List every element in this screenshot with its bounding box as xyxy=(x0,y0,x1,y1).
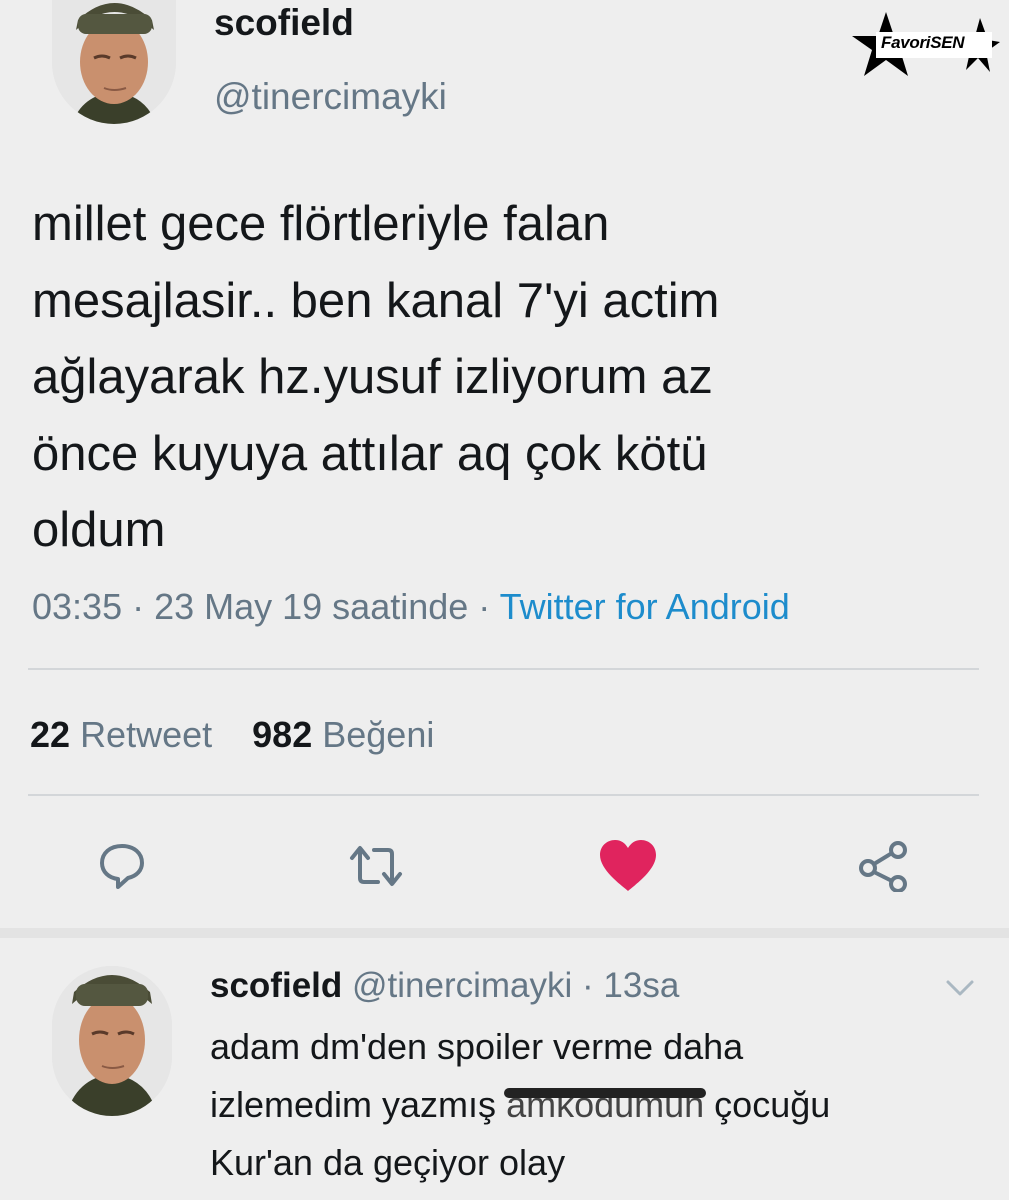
share-button[interactable] xyxy=(854,838,914,894)
favorisen-label: FavoriSEN xyxy=(878,32,968,54)
reply-text-segment: izlemedim yazmış xyxy=(210,1084,507,1125)
divider xyxy=(28,794,979,796)
reply-avatar[interactable] xyxy=(52,966,172,1116)
tweet-line: önce kuyuya attılar aq çok kötü xyxy=(32,426,708,481)
tweet-meta: 03:35 · 23 May 19 saatinde · Twitter for… xyxy=(32,586,790,628)
heart-icon xyxy=(600,840,656,891)
retweet-button[interactable] xyxy=(346,838,406,894)
reply-icon xyxy=(100,844,144,889)
reply-header: scofield @tinercimayki · 13sa xyxy=(210,966,679,1006)
user-handle[interactable]: @tinercimayki xyxy=(214,76,447,118)
tweet-source-link[interactable]: Twitter for Android xyxy=(500,586,790,627)
reply-display-name[interactable]: scofield xyxy=(210,966,342,1005)
retweet-stat[interactable]: 22 Retweet xyxy=(30,714,212,755)
tweet-text: millet gece flörtleriyle falan mesajlasi… xyxy=(32,186,982,569)
reply-text: adam dm'den spoiler verme daha izlemedim… xyxy=(210,1018,990,1192)
retweet-label: Retweet xyxy=(80,714,213,755)
retweet-count: 22 xyxy=(30,714,71,755)
reply-line: adam dm'den spoiler verme daha xyxy=(210,1026,744,1067)
chevron-down-icon[interactable] xyxy=(944,976,976,1000)
reply-button[interactable] xyxy=(92,838,152,894)
reply-handle-time[interactable]: @tinercimayki · 13sa xyxy=(352,966,679,1005)
reply-line: Kur'an da geçiyor olay xyxy=(210,1142,566,1183)
divider xyxy=(28,668,979,670)
tweet-timestamp: 03:35 · 23 May 19 saatinde · xyxy=(32,586,500,627)
tweet-line: ağlayarak hz.yusuf izliyorum az xyxy=(32,350,713,404)
section-separator xyxy=(0,928,1009,938)
tweet-line: millet gece flörtleriyle falan xyxy=(32,197,610,251)
tweet-stats: 22 Retweet 982 Beğeni xyxy=(30,714,434,756)
tweet-line: oldum xyxy=(32,503,166,557)
like-stat[interactable]: 982 Beğeni xyxy=(252,714,434,755)
retweet-icon xyxy=(350,846,402,886)
reply-line: izlemedim yazmış amkodumun çocuğu xyxy=(210,1076,990,1134)
like-label: Beğeni xyxy=(322,714,435,755)
tweet-line: mesajlasir.. ben kanal 7'yi actim xyxy=(32,273,720,328)
display-name[interactable]: scofield xyxy=(214,2,354,44)
censored-word: amkodumun xyxy=(504,1076,707,1134)
like-count: 982 xyxy=(252,714,313,755)
reply-text-segment: çocuğu xyxy=(704,1084,831,1125)
profile-avatar[interactable] xyxy=(52,0,176,124)
like-button[interactable] xyxy=(598,838,658,894)
share-icon xyxy=(859,841,907,892)
